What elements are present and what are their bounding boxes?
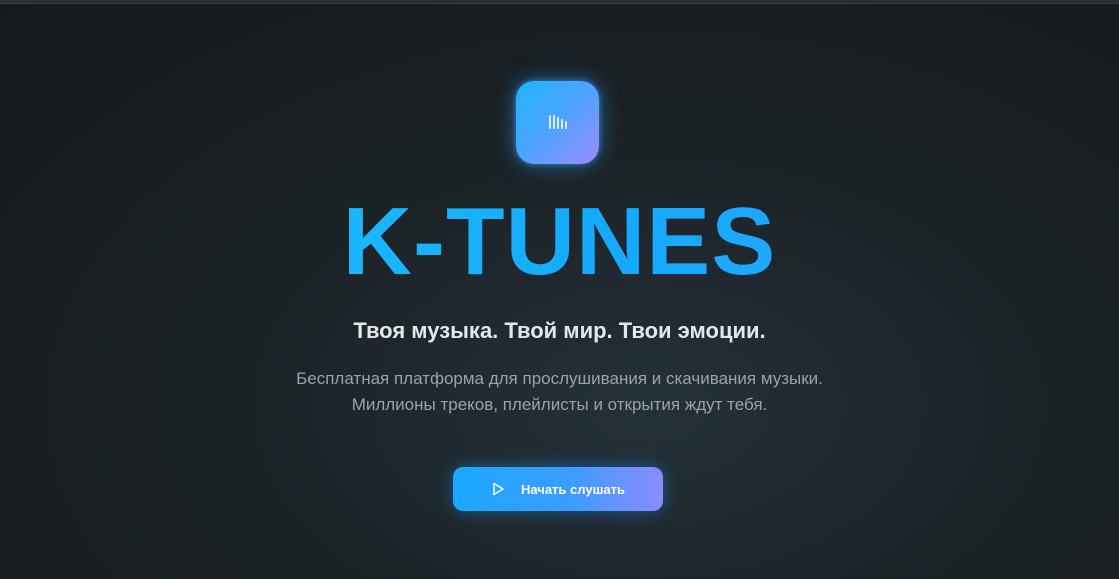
start-listening-label: Начать слушать <box>520 481 625 497</box>
brand-title: K-TUNES <box>0 192 1119 292</box>
sound-bars-icon <box>549 115 567 129</box>
description: Бесплатная платформа для прослушивания и… <box>0 366 1119 418</box>
play-icon <box>493 482 504 496</box>
tagline: Твоя музыка. Твой мир. Твои эмоции. <box>353 318 766 343</box>
start-listening-button[interactable]: Начать слушать <box>453 467 663 511</box>
hero-section: K-TUNES Твоя музыка. Твой мир. Твои эмоц… <box>0 0 1119 579</box>
app-logo <box>516 81 599 164</box>
description-line-2: Миллионы треков, плейлисты и открытия жд… <box>351 395 768 414</box>
description-line-1: Бесплатная платформа для прослушивания и… <box>296 369 823 388</box>
